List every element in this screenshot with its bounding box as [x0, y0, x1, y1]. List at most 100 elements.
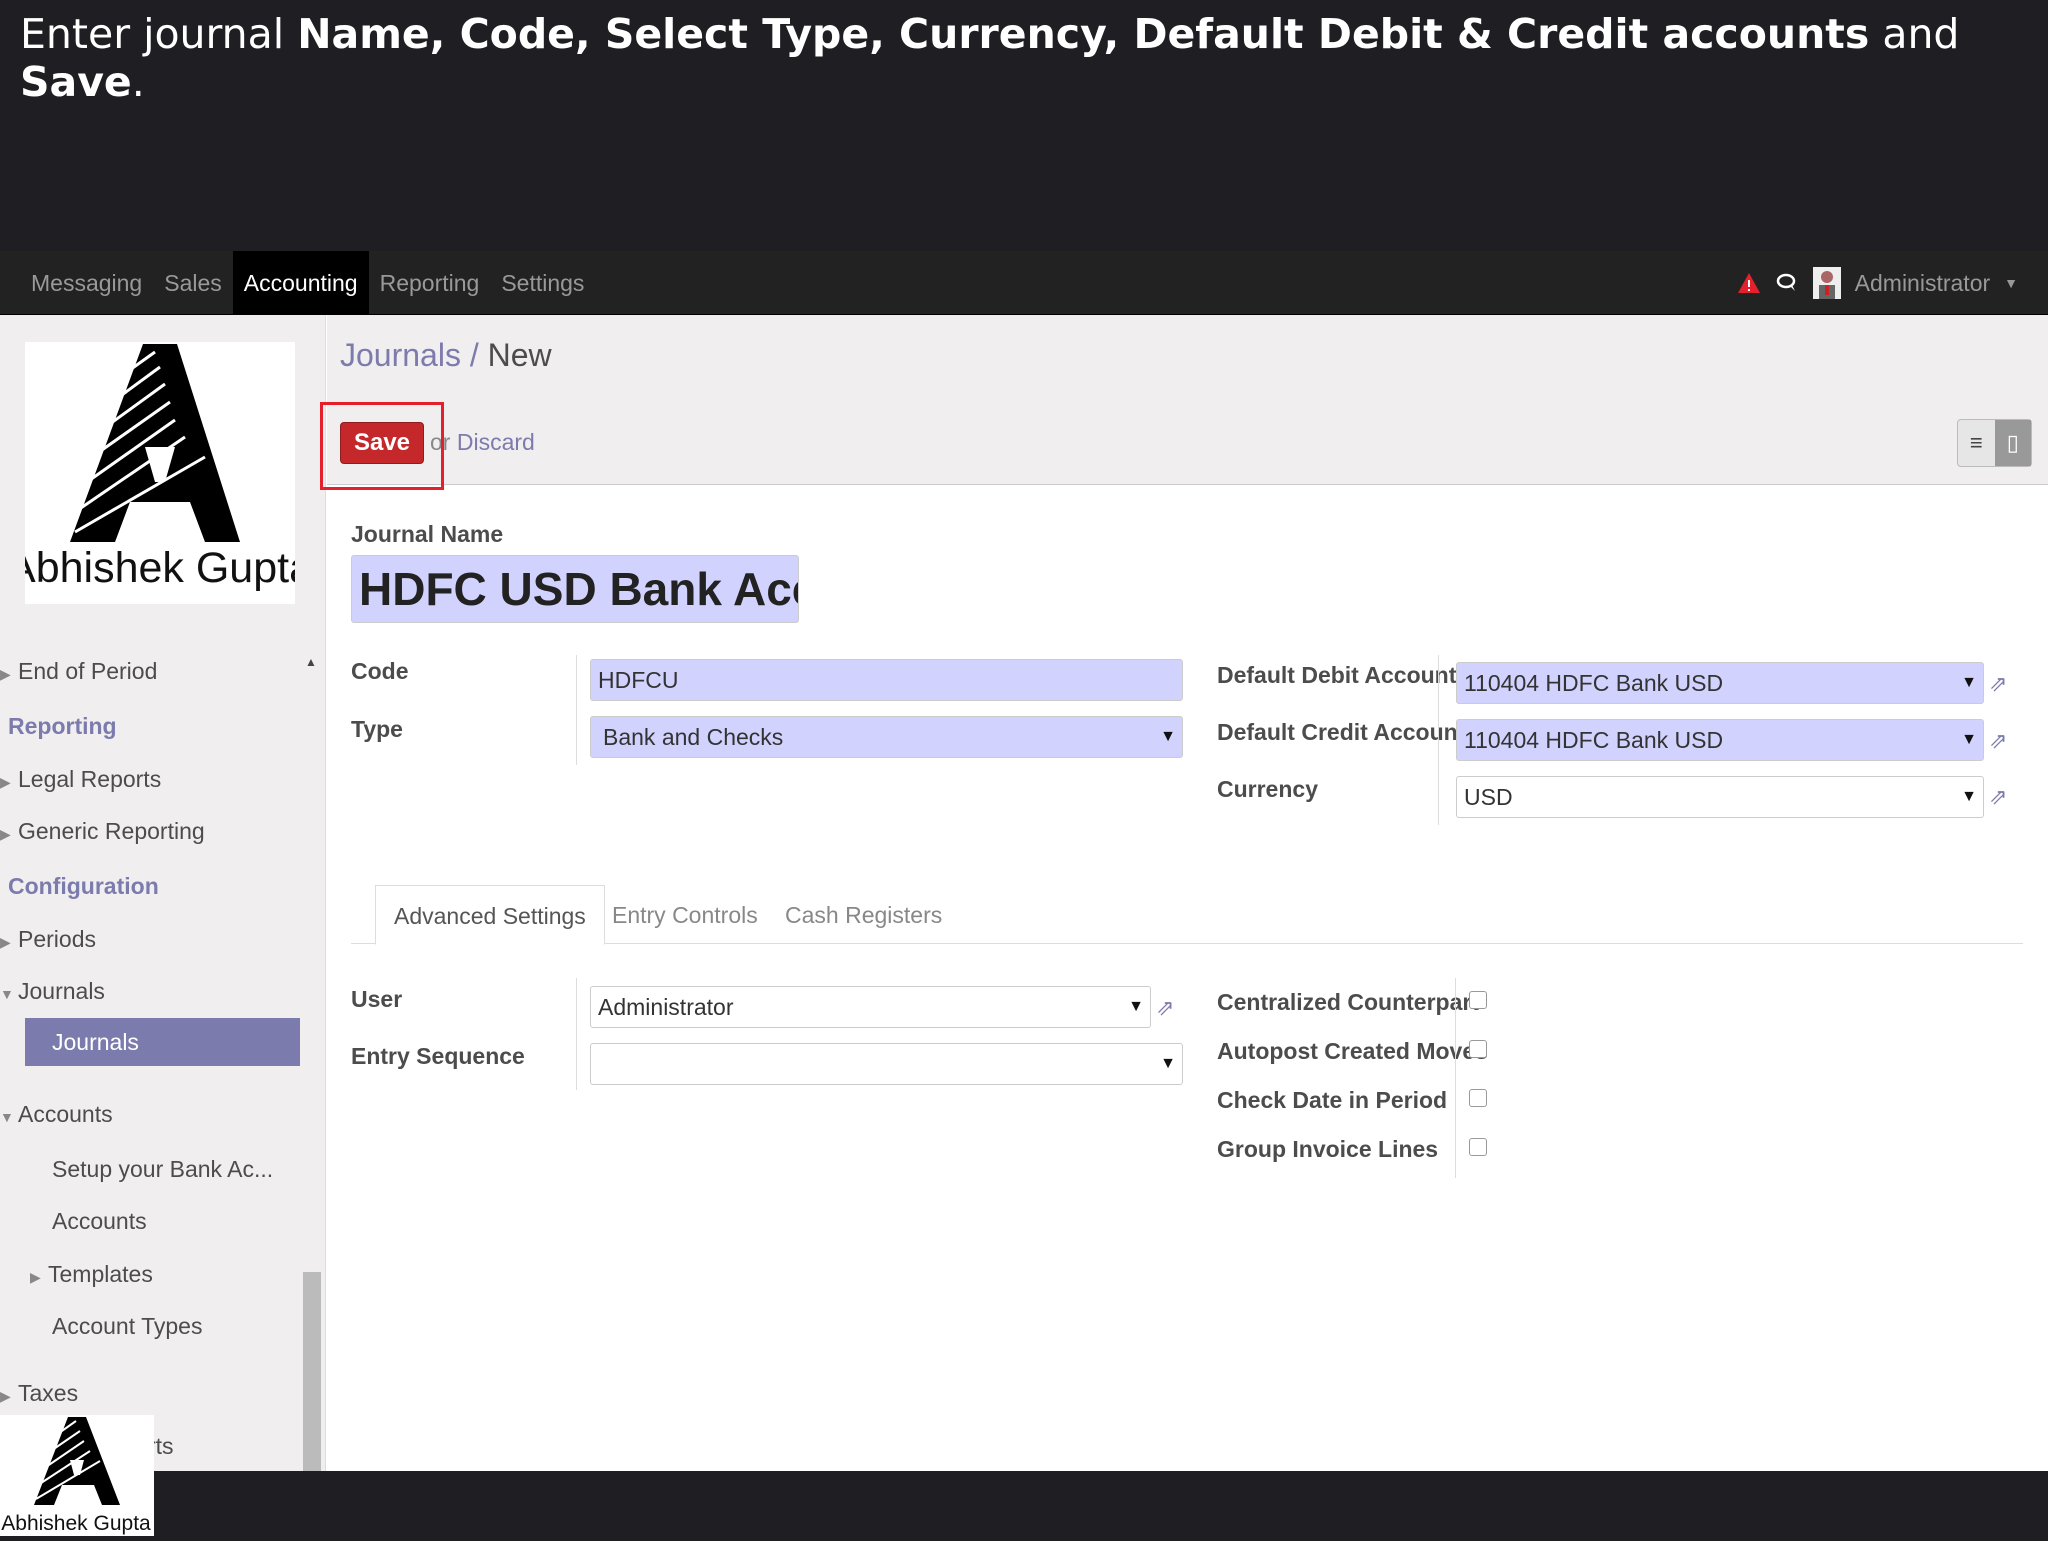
- menu-settings[interactable]: Settings: [490, 251, 595, 315]
- company-logo[interactable]: Abhishek Gupta: [7, 342, 313, 604]
- field-divider: [1438, 655, 1439, 825]
- notebook-tabs: Advanced Settings Entry Controls Cash Re…: [351, 885, 2023, 945]
- tab-cash-registers[interactable]: Cash Registers: [767, 885, 960, 945]
- svg-text:Abhishek Gupta: Abhishek Gupta: [25, 544, 295, 592]
- entry-sequence-label: Entry Sequence: [351, 1043, 525, 1069]
- main-menu: Messaging Sales Accounting Reporting Set…: [20, 251, 595, 315]
- svg-text:Abhishek Gupta: Abhishek Gupta: [1, 1512, 151, 1535]
- sidebar-item-templates[interactable]: ▶ Templates: [30, 1261, 153, 1288]
- sidebar-item-accounts[interactable]: Accounts: [52, 1208, 147, 1235]
- centralized-counterpart-checkbox[interactable]: [1469, 991, 1487, 1009]
- external-link-icon[interactable]: ⇗: [1989, 671, 2015, 697]
- sidebar-item-journals[interactable]: Journals: [25, 1018, 300, 1066]
- sidebar: Abhishek Gupta ▲ ▶ End of Period Reportin…: [0, 315, 326, 1471]
- breadcrumb: Journals / New: [340, 337, 552, 374]
- type-select-value: Bank and Checks: [603, 724, 784, 750]
- currency-select[interactable]: USD ▼: [1456, 776, 1984, 818]
- scroll-up-icon[interactable]: ▲: [305, 645, 321, 672]
- form-view-icon[interactable]: ▯: [1994, 420, 2031, 466]
- control-panel: Journals / New Save or Discard ≡ ▯: [327, 315, 2048, 485]
- banner-text-1: Enter journal: [20, 10, 298, 58]
- sidebar-item-end-of-period[interactable]: ▶ End of Period: [0, 658, 157, 685]
- sidebar-section-reporting: Reporting: [8, 713, 117, 739]
- debit-account-label: Default Debit Account: [1217, 662, 1457, 688]
- sidebar-item-legal-reports[interactable]: ▶ Legal Reports: [0, 766, 161, 793]
- logo-a-icon: Abhishek Gupta: [1, 1417, 151, 1535]
- type-label: Type: [351, 716, 403, 742]
- sidebar-item-generic-reporting[interactable]: ▶ Generic Reporting: [0, 818, 205, 845]
- field-divider: [1455, 978, 1456, 1178]
- field-divider: [576, 978, 577, 1090]
- avatar[interactable]: [1812, 267, 1841, 299]
- journal-name-label: Journal Name: [351, 521, 504, 547]
- external-link-icon[interactable]: ⇗: [1989, 728, 2015, 754]
- banner-text-3: .: [131, 58, 145, 106]
- autopost-checkbox[interactable]: [1469, 1040, 1487, 1058]
- caret-right-icon: ▶: [0, 666, 11, 682]
- bottom-bar: [0, 1471, 2048, 1536]
- tab-advanced-settings[interactable]: Advanced Settings: [375, 885, 605, 945]
- field-divider: [576, 655, 577, 765]
- sidebar-item-accounts-group[interactable]: ▼ Accounts: [0, 1101, 113, 1128]
- check-date-checkbox[interactable]: [1469, 1089, 1487, 1107]
- code-field[interactable]: HDFCU: [590, 659, 1183, 701]
- warning-icon[interactable]: [1737, 271, 1761, 295]
- group-invoice-checkbox[interactable]: [1469, 1138, 1487, 1156]
- type-select[interactable]: Bank and Checks ▼: [590, 716, 1183, 758]
- sidebar-item-label: End of Period: [18, 658, 158, 684]
- sidebar-item-label: Accounts: [18, 1101, 113, 1127]
- top-navbar: Messaging Sales Accounting Reporting Set…: [0, 251, 2048, 315]
- sidebar-item-taxes[interactable]: ▶ Taxes: [0, 1380, 78, 1407]
- sidebar-item-journals-group[interactable]: ▼ Journals: [0, 978, 105, 1005]
- caret-right-icon: ▶: [0, 774, 11, 790]
- user-select[interactable]: Administrator ▼: [590, 986, 1151, 1028]
- breadcrumb-journals[interactable]: Journals: [340, 337, 461, 373]
- caret-right-icon: ▶: [0, 934, 11, 950]
- breadcrumb-current: New: [487, 337, 552, 373]
- dropdown-arrow-icon: ▼: [1128, 998, 1144, 1015]
- credit-account-value: 110404 HDFC Bank USD: [1464, 727, 1724, 753]
- sidebar-item-label: Periods: [18, 926, 96, 952]
- sidebar-scrollbar[interactable]: [303, 1272, 321, 1471]
- menu-sales[interactable]: Sales: [153, 251, 233, 315]
- user-menu-name[interactable]: Administrator: [1855, 270, 1990, 297]
- credit-account-label: Default Credit Account: [1217, 719, 1466, 745]
- external-link-icon[interactable]: ⇗: [1989, 784, 2015, 810]
- sidebar-item-label: Templates: [48, 1261, 153, 1287]
- dropdown-arrow-icon: ▼: [1961, 788, 1977, 805]
- menu-messaging[interactable]: Messaging: [20, 251, 153, 315]
- user-select-value: Administrator: [598, 994, 734, 1020]
- caret-right-icon: ▶: [30, 1269, 41, 1285]
- sidebar-item-setup-bank[interactable]: Setup your Bank Ac...: [52, 1156, 273, 1183]
- entry-sequence-select[interactable]: ▼: [590, 1043, 1183, 1085]
- chat-icon[interactable]: [1775, 271, 1799, 295]
- sidebar-item-label: Taxes: [18, 1380, 79, 1406]
- banner-text-2: and: [1869, 10, 1960, 58]
- sidebar-item-account-types[interactable]: Account Types: [52, 1313, 202, 1340]
- autopost-label: Autopost Created Moves: [1217, 1038, 1488, 1064]
- centralized-counterpart-label: Centralized Counterpart: [1217, 989, 1479, 1015]
- menu-accounting[interactable]: Accounting: [232, 251, 369, 315]
- caret-down-icon[interactable]: ▼: [2004, 275, 2018, 291]
- list-view-icon[interactable]: ≡: [1958, 420, 1995, 466]
- debit-account-select[interactable]: 110404 HDFC Bank USD ▼: [1456, 662, 1984, 704]
- menu-reporting[interactable]: Reporting: [369, 251, 491, 315]
- dropdown-arrow-icon: ▼: [1961, 674, 1977, 691]
- topnav-right: Administrator ▼: [1737, 251, 2018, 315]
- external-link-icon[interactable]: ⇗: [1156, 995, 1182, 1021]
- currency-value: USD: [1464, 784, 1513, 810]
- odoo-app: Messaging Sales Accounting Reporting Set…: [0, 251, 2048, 1471]
- credit-account-select[interactable]: 110404 HDFC Bank USD ▼: [1456, 719, 1984, 761]
- user-label: User: [351, 986, 403, 1012]
- watermark-logo: Abhishek Gupta: [0, 1415, 154, 1536]
- check-date-label: Check Date in Period: [1217, 1087, 1448, 1113]
- save-highlight-box: [320, 402, 444, 490]
- journal-name-field[interactable]: HDFC USD Bank Accou: [351, 555, 799, 623]
- sidebar-item-periods[interactable]: ▶ Periods: [0, 926, 96, 953]
- banner-bold-1: Name, Code, Select Type, Currency, Defau…: [297, 10, 1870, 58]
- tab-entry-controls[interactable]: Entry Controls: [594, 885, 776, 945]
- currency-label: Currency: [1217, 776, 1318, 802]
- caret-down-icon: ▼: [0, 986, 14, 1002]
- banner-bold-2: Save: [20, 58, 132, 106]
- discard-link[interactable]: Discard: [457, 429, 535, 455]
